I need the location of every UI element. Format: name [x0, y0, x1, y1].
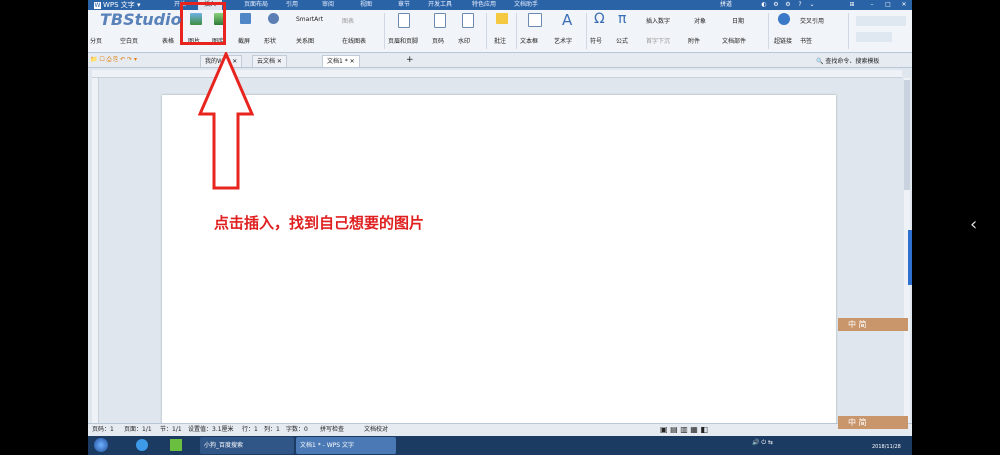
online-chart-button[interactable]: 在线图表 [342, 36, 366, 45]
textbox-button[interactable]: 文本框 [520, 36, 538, 45]
highlight-box [180, 2, 226, 45]
tab-cloud-docs[interactable]: 云文档 ✕ [252, 55, 287, 67]
taskbar-browser[interactable]: 小狗_百度搜索 [200, 437, 294, 454]
wordart-button[interactable]: 艺术字 [554, 36, 572, 45]
minimize-ribbon-icon[interactable]: ⌄ [808, 1, 816, 9]
screenshot-button[interactable]: 截屏 [238, 36, 250, 45]
status-page: 页码：1 [92, 426, 114, 433]
lock-tools-icons[interactable] [856, 32, 892, 42]
wps-logo-icon: W [94, 2, 101, 9]
gear-icon[interactable]: ⚙ [772, 1, 780, 9]
tab-developer[interactable]: 开发工具 [428, 0, 452, 10]
document-page[interactable] [162, 95, 836, 430]
wordart-icon: A [562, 11, 573, 29]
bookmark-button[interactable]: 书签 [800, 36, 812, 45]
tbstudio-watermark: TBStudio [100, 10, 182, 29]
symbol-button[interactable]: 符号 [590, 36, 602, 45]
view-mode-icons[interactable]: ▣ ▤ ▥ ▦ ◧ [660, 424, 708, 436]
hyperlink-icon [778, 13, 790, 25]
status-row: 行：1 [242, 426, 258, 433]
table-button[interactable]: 表格 [162, 36, 174, 45]
tab-page-layout[interactable]: 页面布局 [244, 0, 268, 10]
watermark-button[interactable]: 水印 [458, 36, 470, 45]
start-button[interactable] [94, 438, 108, 452]
user-name[interactable]: 拼道 [720, 0, 732, 10]
settings-icon[interactable]: ⚙ [784, 1, 792, 9]
shapes-icon [268, 13, 279, 24]
tab-review[interactable]: 审阅 [322, 0, 334, 10]
blank-page-button[interactable]: 空白页 [120, 36, 138, 45]
attachment-button[interactable]: 附件 [688, 36, 700, 45]
side-accent-bar [908, 230, 912, 285]
tab-features[interactable]: 特色应用 [472, 0, 496, 10]
cross-reference-button[interactable]: 交叉引用 [800, 16, 824, 25]
drop-cap-button[interactable]: 首字下沉 [646, 36, 670, 45]
windows-taskbar: 小狗_百度搜索 文档1 * - WPS 文字 🔊 ⏻ ⇆ 2018/11/28 [88, 436, 912, 455]
smartart-button[interactable]: SmartArt [296, 16, 323, 23]
comment-icon [496, 13, 508, 24]
date-button[interactable]: 日期 [732, 16, 744, 25]
status-words: 字数：0 [286, 426, 308, 433]
doc-parts-button[interactable]: 文档部件 [722, 36, 746, 45]
minimize-icon[interactable]: – [868, 1, 876, 9]
textbox-icon [528, 13, 542, 27]
quick-layout-icons[interactable] [856, 16, 906, 26]
taskbar-wps[interactable]: 文档1 * - WPS 文字 [296, 437, 396, 454]
help-icon[interactable]: ? [796, 1, 804, 9]
omega-icon: Ω [594, 11, 605, 27]
status-col: 列：1 [264, 426, 280, 433]
doc-check-toggle[interactable]: 文档校对 [364, 424, 388, 436]
vertical-ruler[interactable] [92, 78, 99, 423]
object-button[interactable]: 对象 [694, 16, 706, 25]
pi-icon: π [618, 11, 627, 27]
app-title: WPS 文字 [103, 1, 135, 9]
page-number-button[interactable]: 页码 [432, 36, 444, 45]
status-pages: 页面：1/1 [124, 426, 152, 433]
tab-view[interactable]: 视图 [360, 0, 372, 10]
tab-document1[interactable]: 文档1 * ✕ [322, 55, 360, 67]
system-tray[interactable]: 🔊 ⏻ ⇆ [752, 439, 852, 451]
scrollbar-thumb[interactable] [904, 80, 910, 190]
relation-chart-button[interactable]: 关系图 [296, 36, 314, 45]
skin-icon[interactable]: ◐ [760, 1, 768, 9]
formula-button[interactable]: 公式 [616, 36, 628, 45]
language-badge-2: 中 简 [838, 416, 908, 429]
chart-button[interactable]: 图表 [342, 16, 354, 25]
page-number-icon [434, 13, 446, 28]
restore-icon[interactable]: ⊞ [848, 1, 856, 9]
ie-icon[interactable] [136, 439, 148, 451]
status-setting: 设置值：3.1厘米 [188, 426, 234, 433]
header-footer-icon [398, 13, 410, 28]
chevron-left-icon[interactable]: ‹ [970, 214, 977, 235]
close-icon[interactable]: ✕ [900, 1, 908, 9]
comment-button[interactable]: 批注 [494, 36, 506, 45]
media-player-icon[interactable] [170, 439, 182, 451]
maximize-icon[interactable]: □ [884, 1, 892, 9]
insert-number-button[interactable]: 插入数字 [646, 16, 670, 25]
page-break-button[interactable]: 分页 [90, 36, 102, 45]
quick-access-toolbar[interactable]: 📁 ☐ ⎙ ⎘ ↶ ↷ ▾ [90, 56, 137, 64]
watermark-icon [462, 13, 474, 28]
screenshot-icon [240, 13, 251, 24]
instruction-text: 点击插入，找到自己想要的图片 [214, 214, 425, 232]
up-arrow-annotation [198, 52, 254, 190]
wps-window: W WPS 文字 ▾ 开始 插入 页面布局 引用 审阅 视图 章节 开发工具 特色… [88, 0, 912, 455]
search-command-input[interactable]: 🔍 查找命令、搜索模板 [816, 56, 879, 65]
spell-check-toggle[interactable]: 拼写检查 [320, 424, 344, 436]
app-menu-button[interactable]: W WPS 文字 ▾ [90, 0, 145, 10]
tab-doc-assistant[interactable]: 文档助手 [514, 0, 538, 10]
status-section: 节：1/1 [160, 426, 182, 433]
header-footer-button[interactable]: 页眉和页脚 [388, 36, 418, 45]
clock: 2018/11/28 [872, 444, 901, 450]
new-tab-button[interactable]: + [406, 55, 414, 65]
tab-references[interactable]: 引用 [286, 0, 298, 10]
language-badge: 中 简 [838, 318, 908, 331]
status-bar: 页码：1 页面：1/1 节：1/1 设置值：3.1厘米 行：1 列：1 字数：0… [88, 423, 912, 436]
tab-chapter[interactable]: 章节 [398, 0, 410, 10]
hyperlink-button[interactable]: 超链接 [774, 36, 792, 45]
shapes-button[interactable]: 形状 [264, 36, 276, 45]
